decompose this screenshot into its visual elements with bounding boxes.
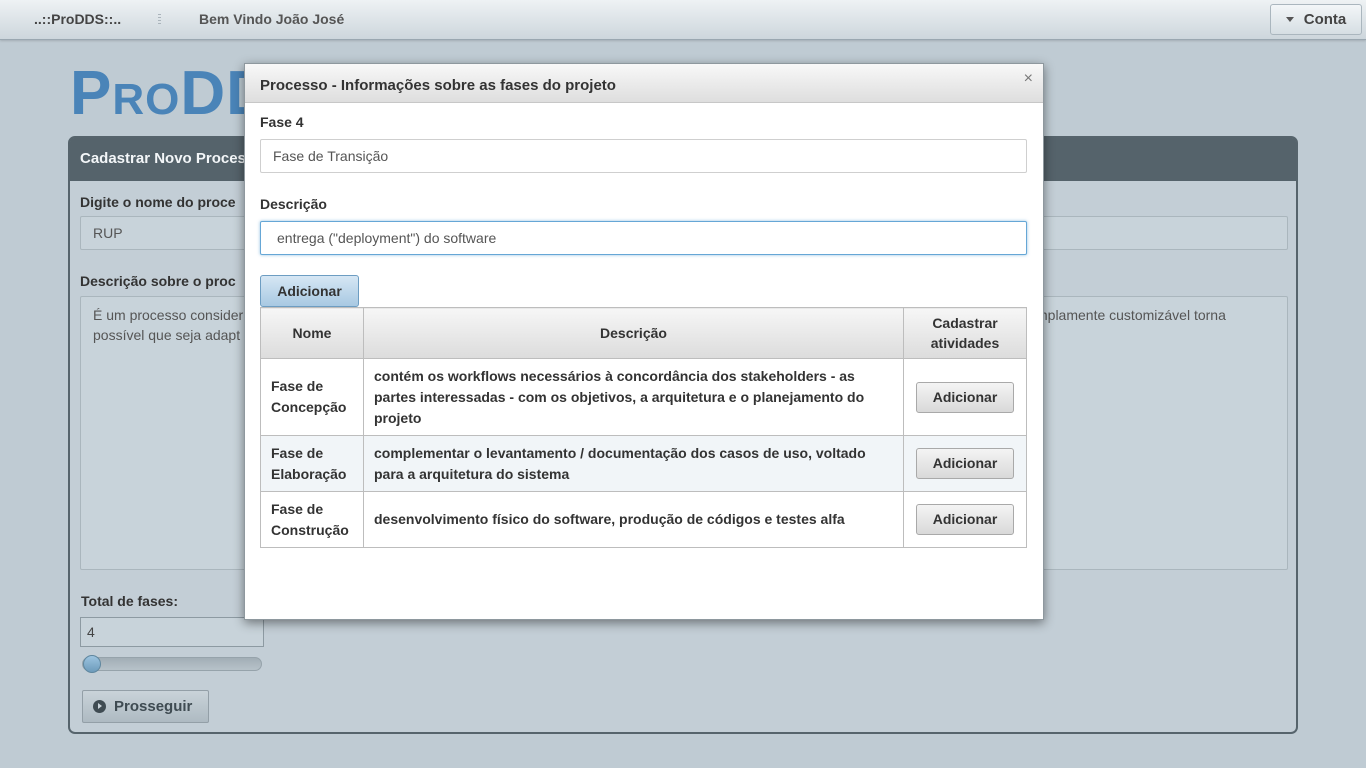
table-row: Fase de Construção desenvolvimento físic… <box>260 491 1027 548</box>
phase-name-input[interactable]: Fase de Transição <box>260 139 1027 173</box>
phase-description-label: Descrição <box>260 196 327 212</box>
table-row: Fase de Concepção contém os workflows ne… <box>260 358 1027 436</box>
total-phases-input[interactable]: 4 <box>80 617 264 647</box>
description-text-left-2: possível que seja adapt <box>93 327 241 343</box>
caret-down-icon <box>1285 17 1294 22</box>
modal-title: Processo - Informações sobre as fases do… <box>245 64 1043 103</box>
column-header-name: Nome <box>260 307 364 359</box>
phase-description-cell: complementar o levantamento / documentaç… <box>362 435 905 492</box>
description-text-left: É um processo consider <box>93 307 244 323</box>
proceed-label: Prosseguir <box>114 698 193 715</box>
slider-handle[interactable] <box>83 655 101 673</box>
add-activities-button[interactable]: Adicionar <box>916 381 1014 413</box>
activities-cell: Adicionar <box>903 491 1027 548</box>
welcome-message: Bem Vindo João José <box>199 11 345 27</box>
description-text-right: mplamente customizável torna <box>1036 307 1226 323</box>
activities-cell: Adicionar <box>903 358 1027 436</box>
phase-name-cell: Fase de Concepção <box>260 358 364 436</box>
column-header-description: Descrição <box>362 307 905 359</box>
logo-letter: P <box>70 59 113 128</box>
total-phases-label: Total de fases: <box>81 593 178 609</box>
phase-name-label: Fase 4 <box>260 114 304 130</box>
brand-link[interactable]: ..::ProDDS::.. <box>34 11 121 27</box>
add-activities-button[interactable]: Adicionar <box>916 448 1014 479</box>
account-menu-button[interactable]: Conta <box>1270 4 1362 35</box>
phase-name-cell: Fase de Construção <box>260 491 364 548</box>
table-row: Fase de Elaboração complementar o levant… <box>260 435 1027 492</box>
phase-description-cell: contém os workflows necessários à concor… <box>362 358 905 436</box>
table-header-row: Nome Descrição Cadastrar atividades <box>260 307 1027 359</box>
circle-arrow-right-icon <box>93 700 106 713</box>
logo-smallcaps: RO <box>112 75 181 124</box>
phase-info-modal: Processo - Informações sobre as fases do… <box>244 63 1044 620</box>
proceed-button[interactable]: Prosseguir <box>82 690 209 723</box>
add-phase-button[interactable]: Adicionar <box>260 275 359 307</box>
process-description-label: Descrição sobre o proc <box>80 273 236 289</box>
divider-grip <box>158 14 161 25</box>
add-activities-button[interactable]: Adicionar <box>916 504 1014 535</box>
top-navbar: ..::ProDDS::.. Bem Vindo João José Conta <box>0 0 1366 40</box>
phases-table: Nome Descrição Cadastrar atividades Fase… <box>260 307 1027 548</box>
close-icon[interactable]: × <box>1024 70 1033 88</box>
proddds-logo: PRODD <box>70 58 272 129</box>
process-name-label: Digite o nome do proce <box>80 194 236 210</box>
column-header-activities: Cadastrar atividades <box>903 307 1027 359</box>
account-label: Conta <box>1303 11 1347 28</box>
phase-description-input[interactable]: entrega ("deployment") do software <box>260 221 1027 255</box>
phase-name-cell: Fase de Elaboração <box>260 435 364 492</box>
phase-description-cell: desenvolvimento físico do software, prod… <box>362 491 905 548</box>
phases-slider[interactable] <box>82 655 262 673</box>
activities-cell: Adicionar <box>903 435 1027 492</box>
